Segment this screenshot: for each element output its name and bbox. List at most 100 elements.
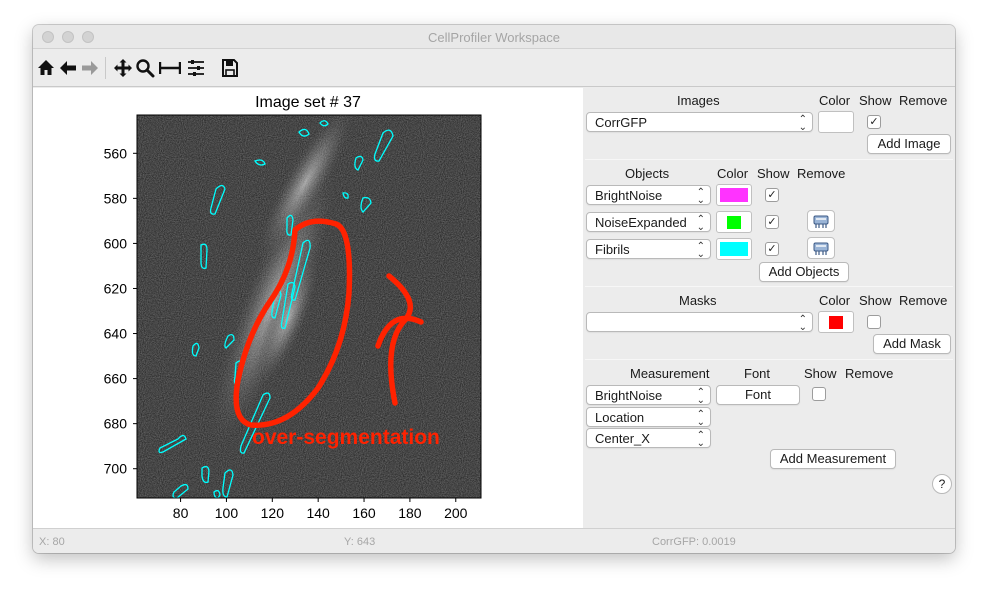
image-show-checkbox[interactable]: ✓ xyxy=(867,115,881,129)
x-tick-label: 120 xyxy=(261,505,285,521)
home-icon xyxy=(38,60,54,75)
image-color-fill xyxy=(827,116,845,128)
object-select-value: BrightNoise xyxy=(595,188,663,203)
remove-icon xyxy=(813,242,829,255)
y-tick-label: 620 xyxy=(104,280,128,296)
object-color-swatch[interactable] xyxy=(716,211,752,233)
mask-show-checkbox[interactable] xyxy=(867,315,881,329)
object-show-checkbox[interactable]: ✓ xyxy=(765,242,779,256)
object-show-checkbox[interactable]: ✓ xyxy=(765,188,779,202)
image-color-swatch[interactable] xyxy=(818,111,854,133)
x-tick-label: 200 xyxy=(444,505,468,521)
images-show-header: Show xyxy=(859,93,892,108)
title-bar: CellProfiler Workspace xyxy=(33,25,955,49)
plot-title: Image set # 37 xyxy=(255,94,361,111)
object-select-brightnoise[interactable]: BrightNoise ⌃ ⌄ xyxy=(586,185,711,205)
add-objects-button[interactable]: Add Objects xyxy=(759,262,849,282)
chevron-updown-icon: ⌃ ⌄ xyxy=(696,214,705,232)
object-select-noiseexpanded[interactable]: NoiseExpanded ⌃ ⌄ xyxy=(586,212,711,232)
forward-button[interactable] xyxy=(79,57,101,79)
zoom-button[interactable] xyxy=(134,57,156,79)
window-title: CellProfiler Workspace xyxy=(428,30,560,45)
mask-color-swatch[interactable] xyxy=(818,311,854,333)
subplot-adjust-button[interactable] xyxy=(159,57,181,79)
y-tick-label: 560 xyxy=(104,145,128,161)
measurement-object-value: BrightNoise xyxy=(595,388,663,403)
save-icon xyxy=(222,59,238,77)
measurement-category-select[interactable]: Location ⌃ ⌄ xyxy=(586,407,711,427)
chevron-updown-icon: ⌃ ⌄ xyxy=(798,314,807,332)
image-select-value: CorrGFP xyxy=(595,115,647,130)
object-select-fibrils[interactable]: Fibrils ⌃ ⌄ xyxy=(586,239,711,259)
chevron-updown-icon: ⌃ ⌄ xyxy=(696,387,705,405)
x-tick-label: 180 xyxy=(398,505,422,521)
chevron-updown-icon: ⌃ ⌄ xyxy=(798,114,807,132)
save-button[interactable] xyxy=(219,57,241,79)
y-tick-label: 660 xyxy=(104,371,128,387)
back-icon xyxy=(60,61,76,75)
mask-select[interactable]: ⌃ ⌄ xyxy=(586,312,813,332)
pan-button[interactable] xyxy=(112,57,134,79)
object-color-fill xyxy=(720,188,748,202)
x-tick-label: 160 xyxy=(352,505,376,521)
x-tick-label: 100 xyxy=(215,505,239,521)
object-color-swatch[interactable] xyxy=(716,184,752,206)
toolbar-divider xyxy=(105,57,106,79)
objects-remove-header: Remove xyxy=(797,166,846,181)
section-divider xyxy=(585,159,953,160)
annotation-text: over-segmentation xyxy=(252,426,440,449)
help-button[interactable]: ? xyxy=(932,474,952,494)
image-select[interactable]: CorrGFP ⌃ ⌄ xyxy=(586,112,813,132)
remove-object-button[interactable] xyxy=(807,237,835,259)
section-divider xyxy=(585,286,953,287)
measurement-header: Measurement xyxy=(630,366,710,381)
measurement-category-value: Location xyxy=(595,410,645,425)
object-select-value: NoiseExpanded xyxy=(595,215,687,230)
toolbar xyxy=(33,49,955,87)
measurement-feature-value: Center_X xyxy=(595,431,650,446)
home-button[interactable] xyxy=(35,57,57,79)
add-image-button[interactable]: Add Image xyxy=(867,134,951,154)
object-color-swatch[interactable] xyxy=(716,238,752,260)
configure-button[interactable] xyxy=(185,57,207,79)
images-remove-header: Remove xyxy=(899,93,948,108)
chevron-updown-icon: ⌃ ⌄ xyxy=(696,430,705,448)
remove-icon xyxy=(813,215,829,228)
object-color-fill xyxy=(727,216,741,229)
measurement-object-select[interactable]: BrightNoise ⌃ ⌄ xyxy=(586,385,711,405)
objects-color-header: Color xyxy=(717,166,749,181)
images-color-header: Color xyxy=(819,93,851,108)
status-x: X: 80 xyxy=(39,536,65,548)
status-bar: X: 80 Y: 643 CorrGFP: 0.0019 xyxy=(33,528,955,553)
chevron-updown-icon: ⌃ ⌄ xyxy=(696,187,705,205)
object-show-checkbox[interactable]: ✓ xyxy=(765,215,779,229)
measurement-font-header: Font xyxy=(744,366,771,381)
plot-area[interactable]: Image set # 37 over-segmentation 80 100 … xyxy=(33,88,583,528)
y-tick-label: 640 xyxy=(104,326,128,342)
y-tick-label: 580 xyxy=(104,190,128,206)
measurement-remove-header: Remove xyxy=(845,366,894,381)
images-header: Images xyxy=(677,93,720,108)
remove-object-button[interactable] xyxy=(807,210,835,232)
zoom-icon xyxy=(136,59,155,78)
objects-show-header: Show xyxy=(757,166,790,181)
masks-remove-header: Remove xyxy=(899,293,948,308)
chevron-updown-icon: ⌃ ⌄ xyxy=(696,241,705,259)
subplot-adjust-icon xyxy=(159,62,181,74)
object-color-fill xyxy=(720,242,748,256)
plot-canvas[interactable]: Image set # 37 over-segmentation 80 100 … xyxy=(33,88,583,528)
measurement-show-checkbox[interactable] xyxy=(812,387,826,401)
masks-color-header: Color xyxy=(819,293,851,308)
status-y: Y: 643 xyxy=(344,536,376,548)
measurement-show-header: Show xyxy=(804,366,837,381)
add-mask-button[interactable]: Add Mask xyxy=(873,334,951,354)
x-tick-label: 140 xyxy=(306,505,330,521)
measurement-feature-select[interactable]: Center_X ⌃ ⌄ xyxy=(586,428,711,448)
add-measurement-button[interactable]: Add Measurement xyxy=(770,449,896,469)
back-button[interactable] xyxy=(57,57,79,79)
font-button[interactable]: Font xyxy=(716,385,800,405)
x-tick-label: 80 xyxy=(173,505,189,521)
object-select-value: Fibrils xyxy=(595,242,630,257)
chevron-updown-icon: ⌃ ⌄ xyxy=(696,409,705,427)
pan-icon xyxy=(114,59,132,77)
